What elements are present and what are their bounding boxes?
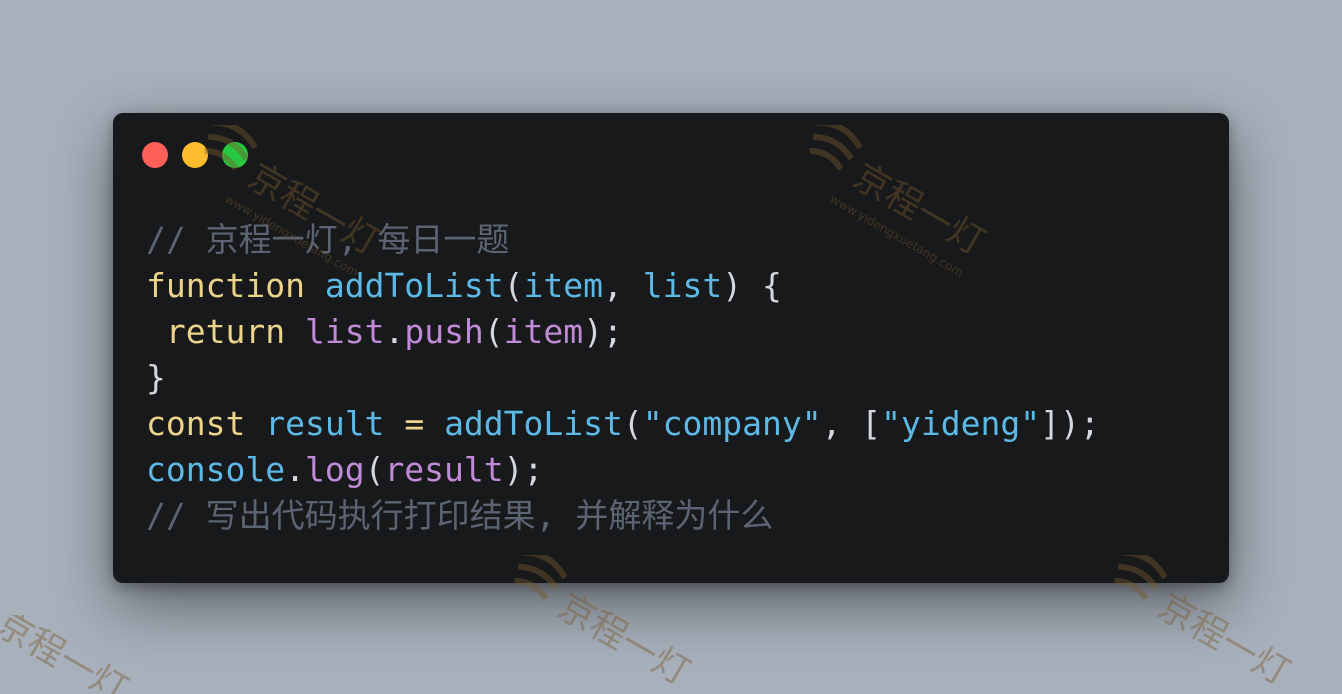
code-token-punct [245,404,265,443]
watermark-brand: 京程一灯 [551,586,696,694]
code-token-punct: ( [483,312,504,351]
watermark-logo: 京程一灯 [0,615,160,694]
code-token-var: result [265,404,385,443]
code-token-punct [146,312,166,351]
code-token-method: push [404,312,484,351]
code-token-string: "yideng" [881,404,1041,443]
code-token-method: result [384,450,504,489]
code-token-punct: ) { [722,266,782,305]
code-token-punct [384,404,404,443]
code-block: // 京程一灯, 每日一题 function addToList(item, li… [146,217,1100,539]
code-token-method: item [503,312,584,351]
code-token-punct [424,404,444,443]
code-token-comment: // 写出代码执行打印结果, 并解释为什么 [146,496,774,535]
code-token-punct: } [146,358,166,397]
code-token-punct: ); [503,450,544,489]
code-token-comment: // 京程一灯, 每日一题 [146,220,510,259]
code-token-keyword: function [146,266,305,305]
code-line: // 京程一灯, 每日一题 [146,217,1100,263]
code-window: // 京程一灯, 每日一题 function addToList(item, li… [113,113,1229,583]
code-token-punct [305,266,325,305]
code-token-fn: addToList [324,266,504,305]
code-line: function addToList(item, list) { [146,263,1100,309]
code-line: return list.push(item); [146,309,1100,355]
code-token-punct: . [384,312,405,351]
code-token-punct: ( [364,450,385,489]
code-token-method: list [304,312,385,351]
minimize-window-button[interactable] [182,142,208,168]
code-token-param: item [523,266,603,305]
code-token-punct: ]); [1040,404,1100,443]
code-token-punct: . [285,450,305,489]
code-token-punct [285,312,305,351]
code-token-method: log [304,450,365,489]
code-line: } [146,355,1100,401]
code-token-punct: ); [583,312,623,351]
close-window-button[interactable] [142,142,168,168]
code-token-punct: ( [503,266,524,305]
maximize-window-button[interactable] [222,142,248,168]
code-token-op: = [404,404,425,443]
code-token-fn: addToList [444,404,623,443]
code-line: // 写出代码执行打印结果, 并解释为什么 [146,493,1100,539]
watermark-brand: 京程一灯 [1151,586,1296,694]
code-token-string: "company" [642,404,822,443]
code-token-var: console [146,450,286,489]
watermark-brand: 京程一灯 [0,615,134,694]
code-line: const result = addToList("company", ["yi… [146,401,1100,447]
code-token-keyword: const [146,404,246,443]
code-token-punct: , [603,266,643,305]
code-token-punct: , [ [821,404,882,443]
code-token-punct: ( [622,404,643,443]
code-line: console.log(result); [146,447,1100,493]
code-token-param: list [642,266,723,305]
code-token-keyword: return [165,312,286,351]
